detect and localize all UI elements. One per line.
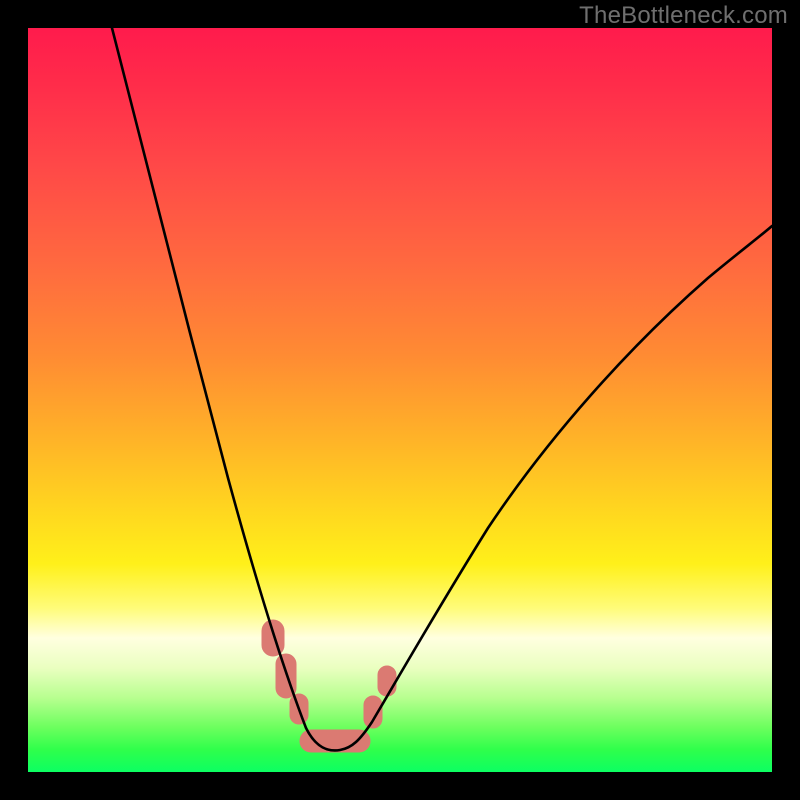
plot-svg <box>28 28 772 772</box>
pink-marker-right-2 <box>378 666 396 696</box>
pink-marker-group <box>262 620 396 752</box>
pink-trough-bar <box>300 730 370 752</box>
figure-root: TheBottleneck.com <box>0 0 800 800</box>
plot-frame <box>28 28 772 772</box>
bottleneck-curve <box>112 28 772 750</box>
pink-marker-left-1 <box>262 620 284 656</box>
attribution-text: TheBottleneck.com <box>579 2 788 30</box>
